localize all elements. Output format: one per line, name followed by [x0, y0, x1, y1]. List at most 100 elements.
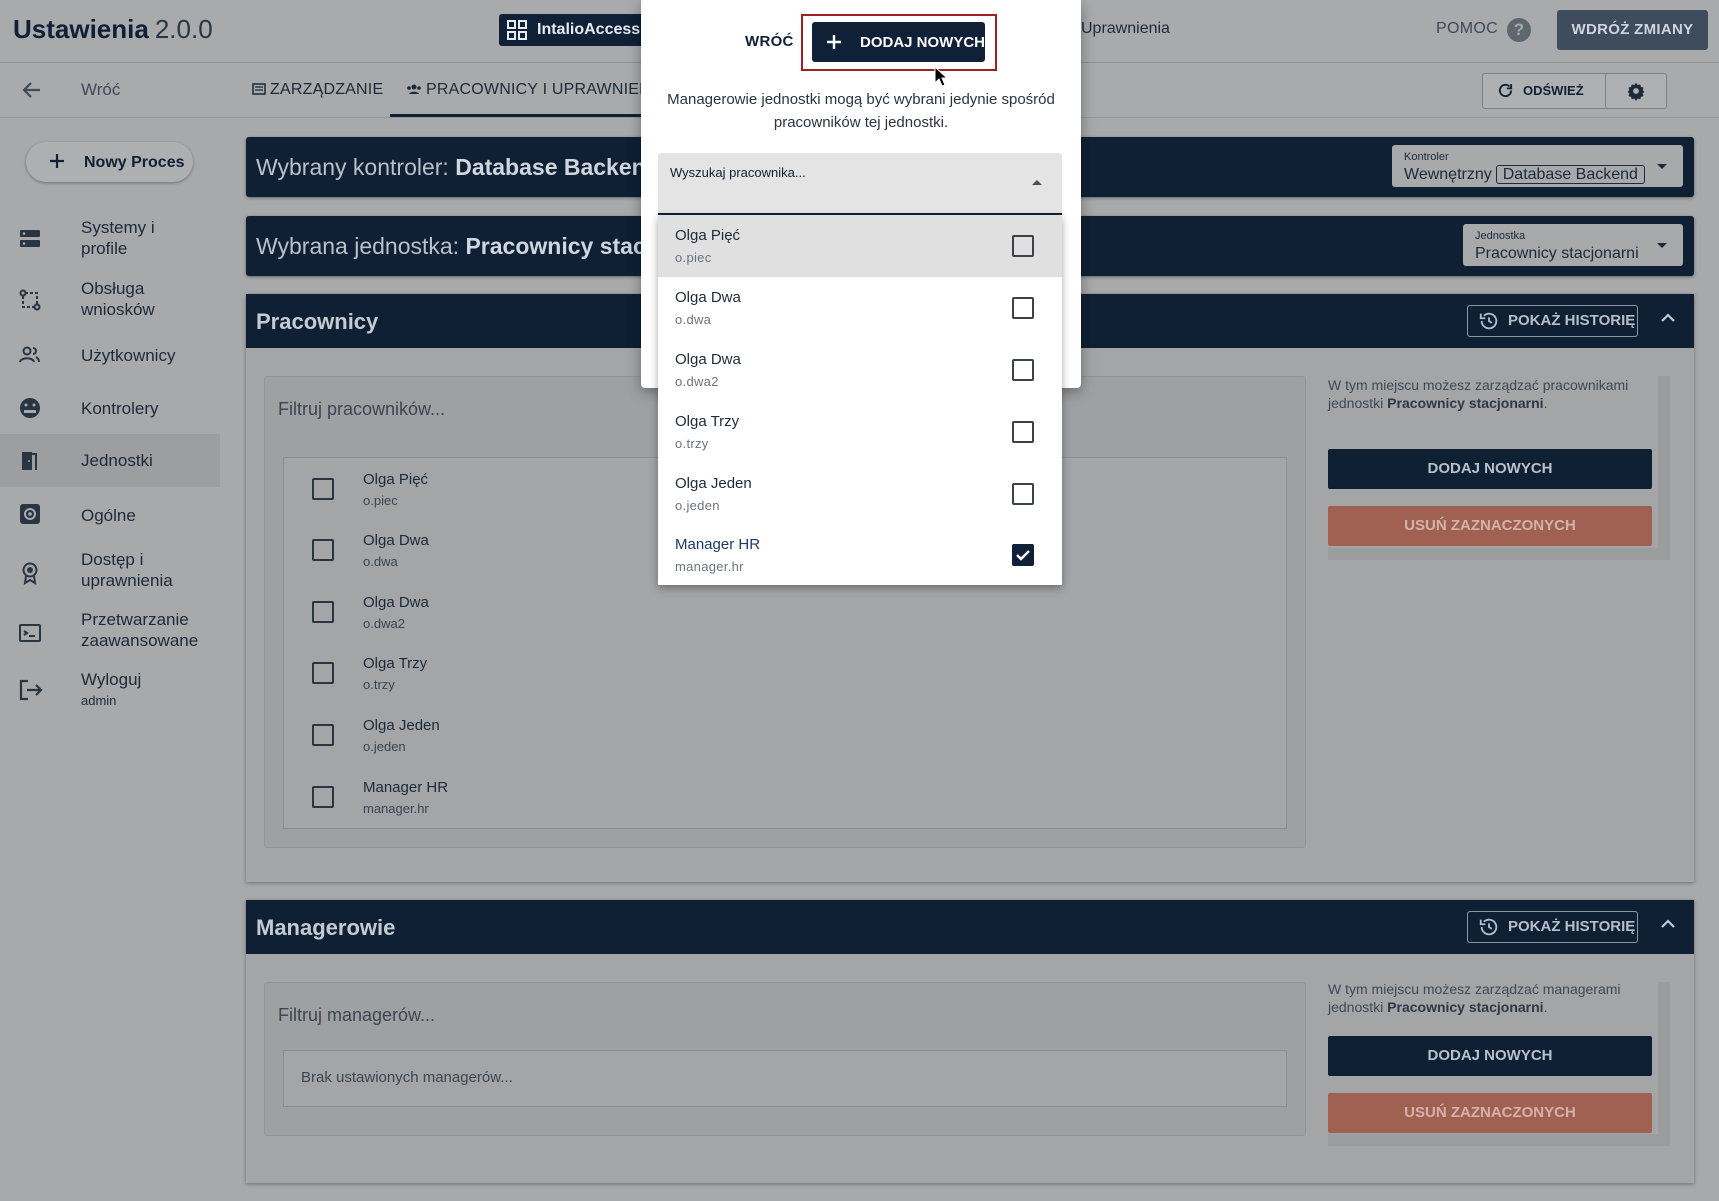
row-checkbox[interactable]: [312, 539, 334, 561]
sidebar-item-units-label: Jednostki: [81, 451, 153, 470]
table-row[interactable]: Olga Dwa o.dwa2: [284, 581, 1286, 643]
dialog-back-button[interactable]: WRÓĆ: [745, 33, 794, 50]
group-icon: [406, 82, 422, 96]
workers-filter-input[interactable]: Filtruj pracowników...: [278, 399, 445, 420]
help-icon[interactable]: ?: [1507, 18, 1531, 42]
managers-panel-header: Managerowie POKAŻ HISTORIĘ: [246, 900, 1694, 954]
option-checkbox[interactable]: [1012, 483, 1034, 505]
managers-list-area: Filtruj managerów... Brak ustawionych ma…: [264, 982, 1306, 1136]
sidebar-item-users[interactable]: Użytkownicy: [0, 340, 220, 370]
option-checkbox-checked[interactable]: [1012, 544, 1034, 566]
app-title-text: Ustawienia: [13, 14, 149, 44]
dialog-add-label: DODAJ NOWYCH: [860, 34, 986, 51]
tab-management[interactable]: ZARZĄDZANIE: [252, 63, 383, 117]
row-checkbox[interactable]: [312, 786, 334, 808]
list-item[interactable]: Manager HR manager.hr: [658, 524, 1062, 586]
controller-icon: [18, 396, 42, 420]
logout-icon: [18, 678, 44, 702]
sidebar-item-users-label: Użytkownicy: [81, 346, 176, 365]
controller-select-type: Wewnętrzny: [1404, 166, 1492, 183]
workers-delete-button[interactable]: USUŃ ZAZNACZONYCH: [1328, 506, 1652, 546]
option-login: manager.hr: [675, 559, 744, 574]
row-checkbox[interactable]: [312, 724, 334, 746]
help-link[interactable]: POMOC: [1436, 20, 1498, 38]
sidebar-item-requests[interactable]: Obsługa wniosków: [0, 274, 220, 324]
sidebar-item-logout[interactable]: Wyloguj admin: [0, 669, 220, 719]
managers-panel-title: Managerowie: [256, 915, 396, 940]
topbar-breadcrumb: Uprawnienia: [1081, 20, 1170, 37]
list-item[interactable]: Olga Dwa o.dwa2: [658, 339, 1062, 401]
controller-select[interactable]: Kontroler Wewnętrzny Database Backend: [1392, 145, 1683, 187]
mouse-cursor-icon: [934, 66, 948, 88]
sidebar-item-advanced[interactable]: Przetwarzanie zaawansowane: [0, 609, 220, 659]
sidebar-item-requests-label: Obsługa wniosków: [81, 279, 155, 319]
dialog-add-button[interactable]: DODAJ NOWYCH: [812, 22, 985, 62]
tab-workers-label: PRACOWNICY I UPRAWNIENIA: [426, 81, 667, 98]
back-arrow-icon[interactable]: [20, 78, 44, 102]
sidebar-item-advanced-label: Przetwarzanie zaawansowane: [81, 610, 199, 650]
row-checkbox[interactable]: [312, 601, 334, 623]
managers-delete-button[interactable]: USUŃ ZAZNACZONYCH: [1328, 1093, 1652, 1133]
table-row[interactable]: Manager HR manager.hr: [284, 766, 1286, 828]
deploy-changes-button[interactable]: WDRÓŻ ZMIANY: [1557, 10, 1708, 50]
workers-add-button[interactable]: DODAJ NOWYCH: [1328, 449, 1652, 489]
list-item[interactable]: Olga Trzy o.trzy: [658, 401, 1062, 463]
logged-user-name: admin: [81, 693, 117, 708]
tab-workers-permissions[interactable]: PRACOWNICY I UPRAWNIENIA: [390, 63, 666, 117]
settings-button[interactable]: [1605, 73, 1667, 109]
table-row[interactable]: Olga Trzy o.trzy: [284, 642, 1286, 704]
row-checkbox[interactable]: [312, 662, 334, 684]
sidebar-item-systems[interactable]: Systemy i profile: [0, 213, 220, 263]
employee-search-input[interactable]: Wyszukaj pracownika...: [658, 153, 1062, 215]
back-link[interactable]: Wróć: [81, 80, 120, 100]
sidebar-item-access[interactable]: Dostęp i uprawnienia: [0, 549, 220, 599]
option-checkbox[interactable]: [1012, 359, 1034, 381]
unit-banner-name: Pracownicy stacjo: [465, 233, 667, 259]
list-item[interactable]: Olga Pięć o.piec: [658, 215, 1062, 277]
workers-side-hscrollbar[interactable]: [1328, 548, 1670, 560]
managers-history-button[interactable]: POKAŻ HISTORIĘ: [1467, 911, 1638, 943]
managers-side-scrollbar[interactable]: [1658, 982, 1670, 1134]
workers-side-scrollbar[interactable]: [1658, 376, 1670, 548]
sidebar-item-general-label: Ogólne: [81, 506, 136, 525]
option-login: o.dwa2: [675, 374, 719, 389]
refresh-button[interactable]: ODŚWIEŻ: [1482, 73, 1621, 109]
unit-select[interactable]: Jednostka Pracownicy stacjonarni: [1463, 224, 1683, 266]
row-checkbox[interactable]: [312, 478, 334, 500]
worker-login: o.dwa2: [363, 616, 405, 631]
app-switcher-button[interactable]: IntalioAccessM: [499, 14, 644, 46]
option-name: Olga Dwa: [675, 351, 741, 368]
list-item[interactable]: Olga Jeden o.jeden: [658, 463, 1062, 525]
option-checkbox[interactable]: [1012, 235, 1034, 257]
chevron-up-icon[interactable]: [1660, 312, 1676, 324]
option-checkbox[interactable]: [1012, 421, 1034, 443]
sidebar-item-general[interactable]: Ogólne: [0, 500, 220, 530]
sidebar-item-units[interactable]: Jednostki: [0, 434, 220, 487]
option-checkbox[interactable]: [1012, 297, 1034, 319]
unit-select-label: Jednostka: [1475, 230, 1526, 242]
option-name: Manager HR: [675, 536, 761, 553]
workers-history-button[interactable]: POKAŻ HISTORIĘ: [1467, 305, 1638, 337]
unit-select-value: Pracownicy stacjonarni: [1475, 245, 1639, 262]
door-icon: [18, 449, 42, 473]
managers-history-label: POKAŻ HISTORIĘ: [1508, 918, 1636, 935]
worker-name: Olga Trzy: [363, 655, 428, 672]
managers-add-button[interactable]: DODAJ NOWYCH: [1328, 1036, 1652, 1076]
app-version: 2.0.0: [154, 14, 213, 44]
new-process-button[interactable]: Nowy Proces: [26, 142, 193, 182]
sidebar-item-controllers[interactable]: Kontrolery: [0, 393, 220, 423]
worker-name: Olga Jeden: [363, 717, 440, 734]
chevron-up-icon[interactable]: [1032, 180, 1042, 185]
workers-panel-title: Pracownicy: [256, 309, 379, 334]
managers-filter-input[interactable]: Filtruj managerów...: [278, 1005, 435, 1026]
checkmark-icon: [1016, 550, 1030, 561]
worker-login: o.jeden: [363, 739, 406, 754]
table-row[interactable]: Olga Jeden o.jeden: [284, 704, 1286, 766]
option-name: Olga Trzy: [675, 413, 740, 430]
list-item[interactable]: Olga Dwa o.dwa: [658, 277, 1062, 339]
workers-help-text: W tym miejscu możesz zarządzać pracownik…: [1328, 377, 1629, 411]
managers-side-hscrollbar[interactable]: [1328, 1134, 1670, 1146]
worker-name: Olga Dwa: [363, 532, 429, 549]
chevron-down-icon: [1657, 164, 1667, 169]
chevron-up-icon[interactable]: [1660, 918, 1676, 930]
